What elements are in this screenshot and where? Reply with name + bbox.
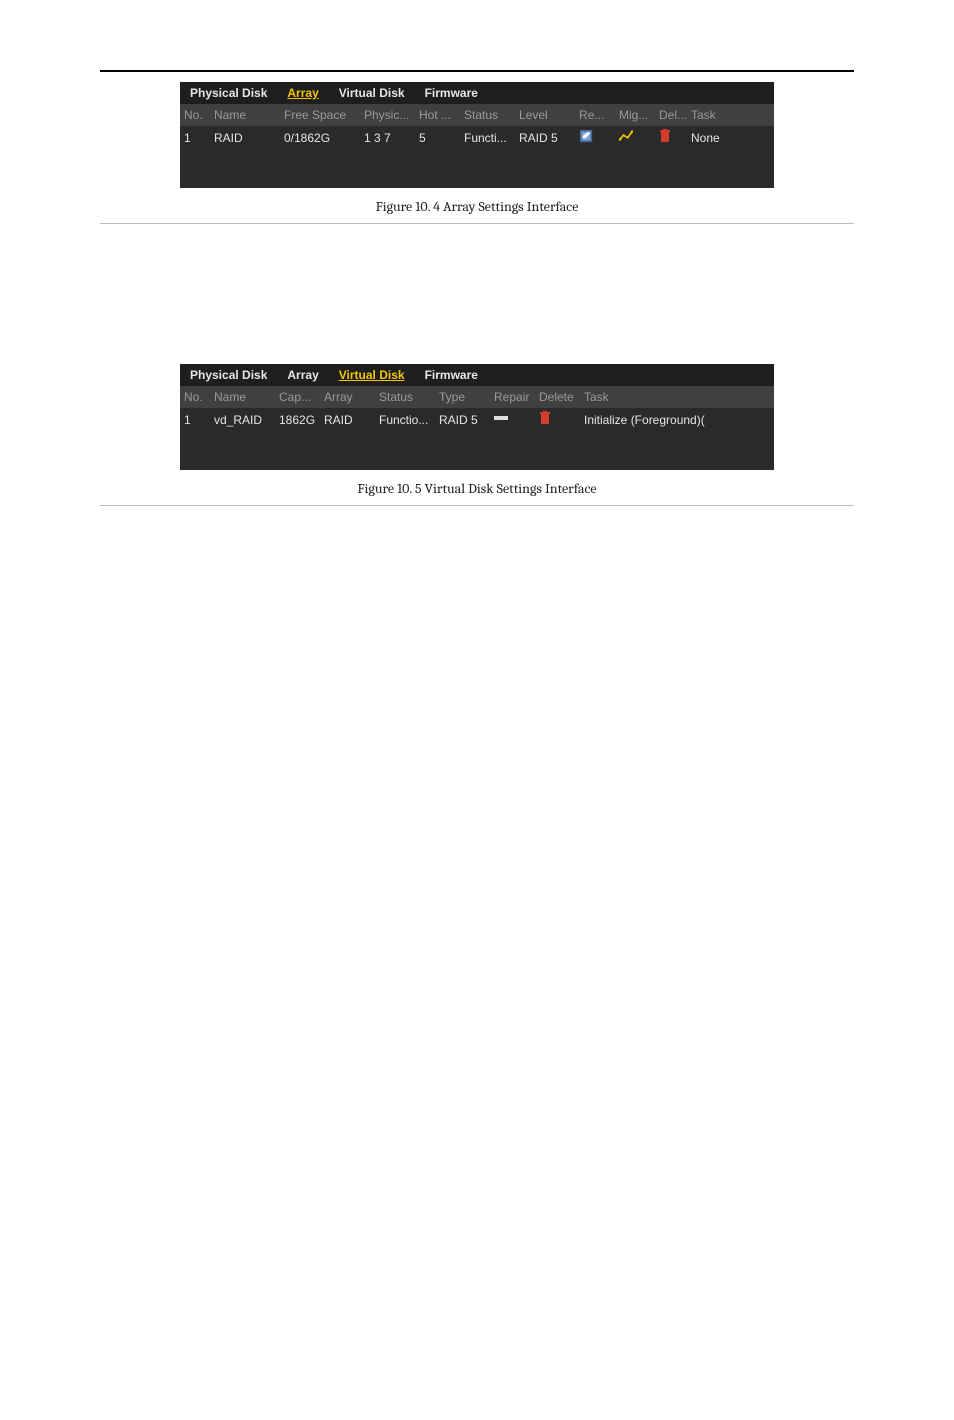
virtual-disk-panel: Physical Disk Array Virtual Disk Firmwar… [180, 364, 774, 470]
cell-cap: 1862G [279, 413, 324, 427]
tab-virtual-disk[interactable]: Virtual Disk [329, 365, 415, 385]
col-status: Status [464, 108, 519, 122]
array-panel: Physical Disk Array Virtual Disk Firmwar… [180, 82, 774, 188]
col-physic: Physic... [364, 108, 419, 122]
tab-array[interactable]: Array [277, 365, 328, 385]
tab-virtual-disk[interactable]: Virtual Disk [329, 83, 415, 103]
col-delete: Delete [539, 390, 584, 404]
rebuild-icon[interactable] [579, 129, 619, 146]
cell-free-space: 0/1862G [284, 131, 364, 145]
migrate-icon[interactable] [619, 130, 659, 145]
col-repair: Repair [494, 390, 539, 404]
tab-physical-disk[interactable]: Physical Disk [180, 365, 277, 385]
col-status: Status [379, 390, 439, 404]
col-free-space: Free Space [284, 108, 364, 122]
col-mig: Mig... [619, 108, 659, 122]
vd-table-header: No. Name Cap... Array Status Type Repair… [180, 386, 774, 408]
figure-caption: Figure 10. 4 Array Settings Interface [0, 198, 954, 215]
delete-icon[interactable] [659, 129, 691, 146]
tab-firmware[interactable]: Firmware [415, 83, 488, 103]
figure-caption: Figure 10. 5 Virtual Disk Settings Inter… [0, 480, 954, 497]
table-row: 1 RAID 0/1862G 1 3 7 5 Functi... RAID 5 … [180, 126, 774, 148]
cell-type: RAID 5 [439, 413, 494, 427]
cell-no: 1 [184, 131, 214, 145]
cell-name: RAID [214, 131, 284, 145]
cell-level: RAID 5 [519, 131, 579, 145]
cell-status: Functi... [464, 131, 519, 145]
col-array: Array [324, 390, 379, 404]
col-no: No. [184, 390, 214, 404]
col-del: Del... [659, 108, 691, 122]
table-row: 1 vd_RAID 1862G RAID Functio... RAID 5 I… [180, 408, 774, 430]
col-task: Task [691, 108, 741, 122]
array-table-header: No. Name Free Space Physic... Hot ... St… [180, 104, 774, 126]
col-re: Re... [579, 108, 619, 122]
delete-icon[interactable] [539, 411, 584, 428]
tab-firmware[interactable]: Firmware [415, 365, 488, 385]
cell-array: RAID [324, 413, 379, 427]
col-cap: Cap... [279, 390, 324, 404]
cell-task: None [691, 131, 741, 145]
cell-physic: 1 3 7 [364, 131, 419, 145]
tab-bar: Physical Disk Array Virtual Disk Firmwar… [180, 82, 774, 104]
cell-name: vd_RAID [214, 413, 279, 427]
tab-physical-disk[interactable]: Physical Disk [180, 83, 277, 103]
cell-status: Functio... [379, 413, 439, 427]
cell-task: Initialize (Foreground)( [584, 413, 744, 427]
col-task: Task [584, 390, 744, 404]
repair-icon[interactable] [494, 413, 539, 427]
col-name: Name [214, 390, 279, 404]
col-type: Type [439, 390, 494, 404]
col-name: Name [214, 108, 284, 122]
cell-no: 1 [184, 413, 214, 427]
col-hot: Hot ... [419, 108, 464, 122]
col-level: Level [519, 108, 579, 122]
tab-bar: Physical Disk Array Virtual Disk Firmwar… [180, 364, 774, 386]
col-no: No. [184, 108, 214, 122]
cell-hot: 5 [419, 131, 464, 145]
tab-array[interactable]: Array [277, 83, 328, 103]
